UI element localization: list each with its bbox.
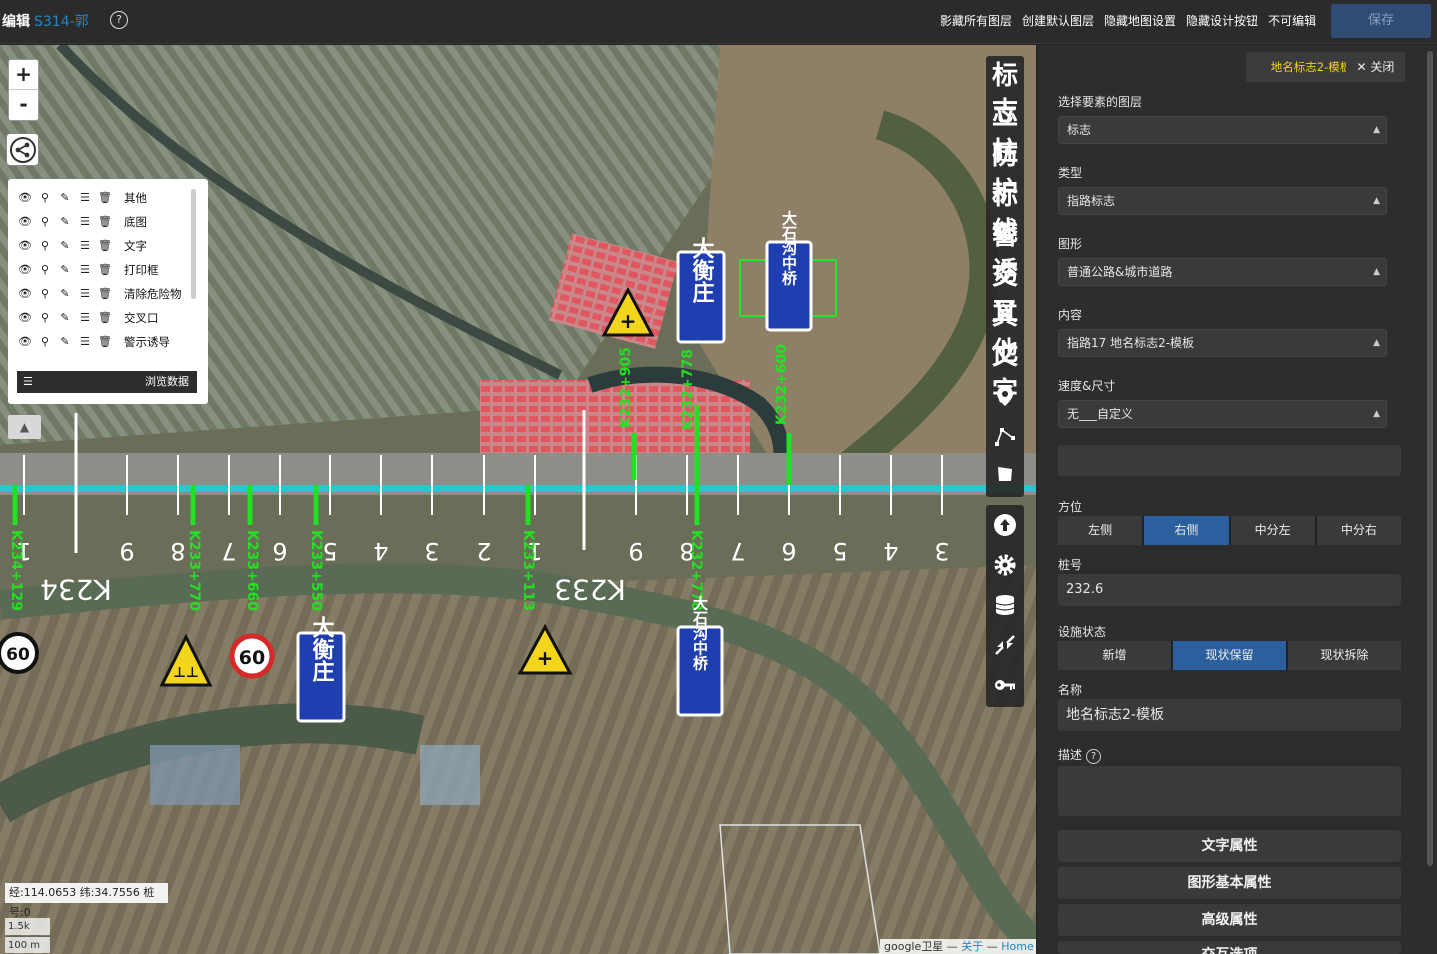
layer-value: 标志 — [1067, 123, 1092, 137]
section-advanced-properties[interactable]: 高级属性 — [1058, 904, 1401, 936]
layer-label: 选择要素的图层 — [1058, 95, 1143, 109]
polygon-icon[interactable] — [993, 462, 1017, 486]
name-label: 名称 — [1058, 683, 1083, 697]
menu-hide-map-settings[interactable]: 隐藏地图设置 — [1104, 12, 1176, 29]
status-option[interactable]: 现状拆除 — [1288, 641, 1401, 670]
svg-text:60: 60 — [239, 647, 265, 669]
key-icon[interactable] — [993, 673, 1017, 697]
menu-hide-all-layers[interactable]: 影藏所有图层 — [940, 12, 1012, 29]
shape-label: 图形 — [1058, 237, 1083, 251]
menu-create-default-layers[interactable]: 创建默认图层 — [1022, 12, 1094, 29]
close-icon: ✕ — [1356, 60, 1371, 74]
settings-gear-icon[interactable] — [993, 553, 1017, 577]
select-arrows-icon: ▲ — [1373, 125, 1380, 135]
menu-hide-design-buttons[interactable]: 隐藏设计按钮 — [1186, 12, 1258, 29]
home-link[interactable]: Home — [1001, 940, 1033, 953]
map-attribution: google卫星 — 关于 — Home — [880, 939, 1036, 954]
select-arrows-icon: ▲ — [1373, 267, 1380, 277]
status-option[interactable]: 现状保留 — [1173, 641, 1286, 670]
top-bar: 编辑 S314-郭 ? 影藏所有图层 创建默认图层 隐藏地图设置 隐藏设计按钮 不… — [0, 0, 1437, 44]
marker-icon[interactable] — [993, 384, 1017, 408]
side-option[interactable]: 左侧 — [1058, 516, 1143, 545]
attribution-sep-2: — — [983, 940, 1002, 953]
layer-select[interactable]: 标志 ▲ — [1058, 116, 1387, 144]
select-arrows-icon: ▲ — [1373, 196, 1380, 206]
speed-limit-sign-edge[interactable]: 60 — [0, 632, 39, 674]
custom-size-field[interactable] — [1058, 445, 1401, 476]
side-segmented: 左侧 右侧 中分左 中分右 — [1058, 516, 1401, 545]
speed-size-select[interactable]: 无___自定义 ▲ — [1058, 400, 1387, 428]
polyline-icon[interactable] — [993, 424, 1017, 448]
help-icon[interactable]: ? — [110, 11, 128, 29]
type-value: 指路标志 — [1067, 194, 1116, 208]
status-option[interactable]: 新增 — [1058, 641, 1171, 670]
map-view[interactable]: 1 9 8 7 6 5 4 3 2 1 9 8 7 6 5 4 3 K234 K233 K234+129 K233+77… — [0, 45, 1036, 954]
name-input[interactable]: 地名标志2-模板 — [1058, 699, 1401, 731]
scale-bar-km: 1.5k — [5, 918, 50, 935]
type-label: 类型 — [1058, 166, 1083, 180]
warning-sign-2[interactable]: + — [517, 623, 573, 675]
description-label: 描述? — [1058, 746, 1102, 764]
station-input[interactable]: 232.6 — [1058, 574, 1401, 606]
svg-text:大石沟中桥: 大石沟中桥 — [780, 210, 798, 287]
editor-title: 编辑 S314-郭 — [2, 11, 89, 31]
description-textarea[interactable] — [1058, 766, 1401, 816]
svg-text:+: + — [537, 646, 554, 670]
status-label: 设施状态 — [1058, 625, 1107, 639]
panel-scrollbar[interactable] — [1427, 51, 1433, 866]
svg-text:60: 60 — [6, 645, 30, 665]
compress-icon[interactable] — [993, 633, 1017, 657]
top-menu: 影藏所有图层 创建默认图层 隐藏地图设置 隐藏设计按钮 不可编辑 — [940, 12, 1316, 29]
upload-icon[interactable] — [993, 513, 1017, 537]
station-label: 桩号 — [1058, 558, 1083, 572]
warning-sign-1[interactable]: + — [601, 286, 655, 337]
section-text-properties[interactable]: 文字属性 — [1058, 830, 1401, 862]
warning-sign-3[interactable]: ⊥⊥ — [159, 633, 213, 687]
properties-panel: 地名标志2-模板 ✕ 关闭 选择要素的图层 标志 ▲ 类型 指路标志 ▲ 图形 普通… — [1036, 45, 1437, 954]
speed-limit-sign[interactable]: 60 — [229, 633, 275, 679]
mode-label: 编辑 — [2, 14, 30, 30]
svg-text:大衡庄: 大衡庄 — [309, 616, 335, 683]
side-option[interactable]: 右侧 — [1144, 516, 1229, 545]
close-button[interactable]: ✕ 关闭 — [1346, 52, 1405, 82]
attribution-provider: google卫星 — [884, 940, 944, 953]
speed-size-value: 无___自定义 — [1067, 407, 1134, 421]
section-interaction-options[interactable]: 交互选项 — [1058, 941, 1401, 954]
select-arrows-icon: ▲ — [1373, 409, 1380, 419]
utility-toolbar — [986, 505, 1024, 707]
attribution-sep-1: — — [943, 940, 962, 953]
side-option[interactable]: 中分右 — [1316, 516, 1401, 545]
signs-layer: + + ⊥⊥ 60 60 大衡庄 大衡庄 大石沟中桥 大石沟中桥 — [0, 210, 837, 723]
shape-select[interactable]: 普通公路&城市道路 ▲ — [1058, 258, 1387, 286]
svg-text:大衡庄: 大衡庄 — [689, 237, 715, 304]
menu-not-editable[interactable]: 不可编辑 — [1268, 12, 1316, 29]
status-segmented: 新增 现状保留 现状拆除 — [1058, 641, 1401, 670]
section-shape-properties[interactable]: 图形基本属性 — [1058, 867, 1401, 899]
select-arrows-icon: ▲ — [1373, 338, 1380, 348]
side-label: 方位 — [1058, 500, 1083, 514]
svg-text:+: + — [620, 309, 637, 333]
help-icon[interactable]: ? — [1086, 749, 1102, 764]
road-code[interactable]: S314-郭 — [34, 14, 89, 30]
database-icon[interactable] — [993, 593, 1017, 617]
content-select[interactable]: 指路17 地名标志2-模板 ▲ — [1058, 329, 1387, 357]
description-label-text: 描述 — [1058, 748, 1083, 762]
content-label: 内容 — [1058, 308, 1083, 322]
content-value: 指路17 地名标志2-模板 — [1067, 336, 1195, 350]
close-label: 关闭 — [1370, 60, 1395, 74]
coordinates-readout: 经:114.0653 纬:34.7556 桩号:0 — [5, 883, 168, 919]
about-link[interactable]: 关于 — [961, 940, 983, 953]
type-select[interactable]: 指路标志 ▲ — [1058, 187, 1387, 215]
scale-bar-m: 100 m — [5, 936, 50, 953]
speed-size-label: 速度&尺寸 — [1058, 379, 1116, 393]
svg-text:⊥⊥: ⊥⊥ — [173, 665, 199, 681]
svg-text:大石沟中桥: 大石沟中桥 — [691, 595, 709, 672]
side-option[interactable]: 中分左 — [1230, 516, 1315, 545]
save-button[interactable]: 保存 — [1331, 4, 1431, 38]
feature-toolbar: 标志 立柱 防护 标线 警诱 交叉 其他 文字 — [986, 56, 1024, 497]
shape-value: 普通公路&城市道路 — [1067, 265, 1173, 279]
